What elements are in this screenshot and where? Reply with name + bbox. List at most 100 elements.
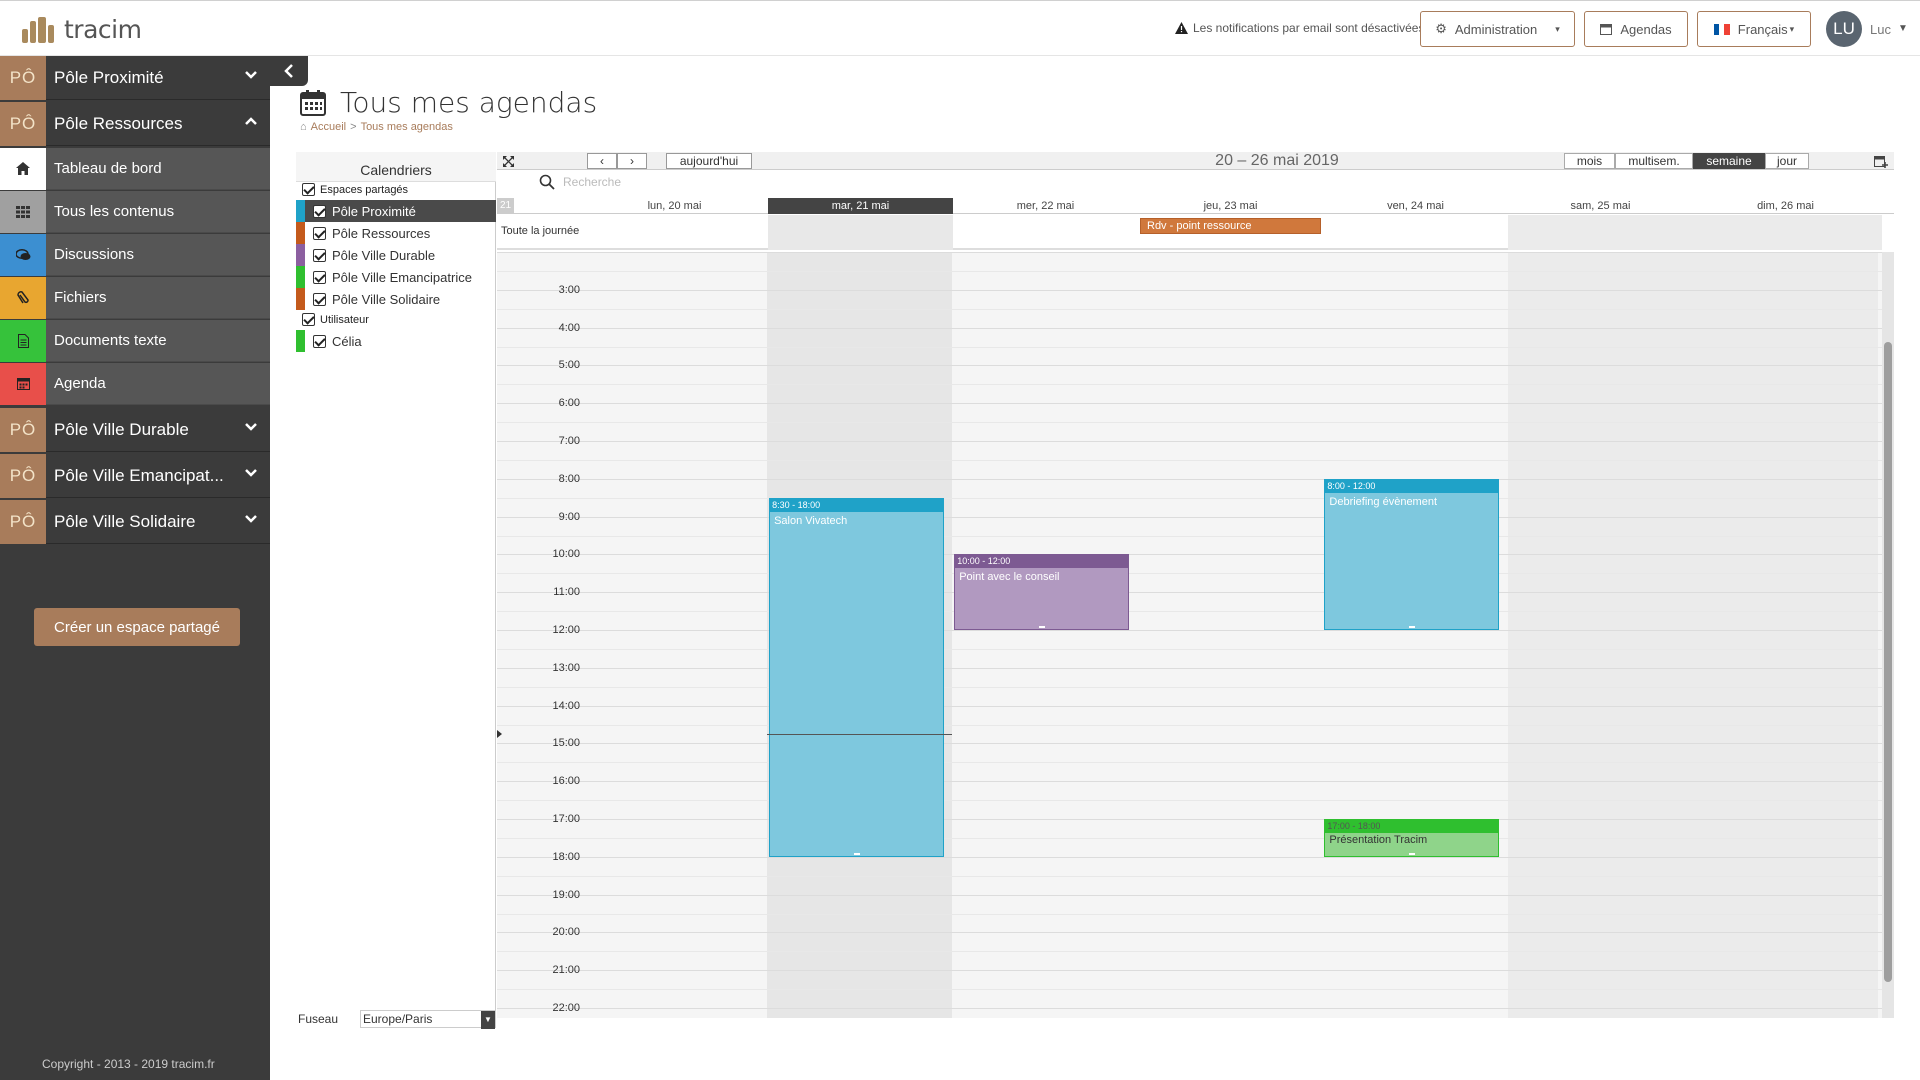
hour-label: 10:00	[552, 548, 580, 561]
scrollbar-thumb[interactable]	[1884, 342, 1892, 982]
sidebar-workspace-pole-ville-emancipatrice[interactable]: PÔ Pôle Ville Emancipat...	[0, 453, 270, 498]
calendar-group-shared-spaces[interactable]: Espaces partagés	[302, 183, 408, 196]
day-header[interactable]: jeu, 23 mai	[1138, 198, 1323, 214]
hour-label: 22:00	[552, 1002, 580, 1014]
calendar-event[interactable]: 10:00 - 12:00 Point avec le conseil	[954, 554, 1130, 630]
administration-button[interactable]: ⚙ Administration ▾	[1420, 11, 1575, 47]
resize-handle[interactable]	[1408, 852, 1415, 855]
create-workspace-button[interactable]: Créer un espace partagé	[34, 608, 240, 646]
calendar-item-celia[interactable]: Célia	[296, 330, 496, 352]
checkbox[interactable]	[313, 270, 326, 284]
timezone-select[interactable]: Europe/Paris ▼	[360, 1010, 496, 1029]
next-week-button[interactable]: ›	[617, 153, 647, 169]
resize-handle[interactable]	[1038, 625, 1045, 628]
fullscreen-icon[interactable]	[501, 153, 515, 169]
view-month-button[interactable]: mois	[1564, 153, 1615, 169]
breadcrumb-home-link[interactable]: Accueil	[311, 121, 346, 133]
day-column-weekend[interactable]	[1692, 252, 1878, 1018]
chevron-down-icon[interactable]	[244, 420, 258, 434]
calendar-item-pole-ville-solidaire[interactable]: Pôle Ville Solidaire	[296, 288, 496, 310]
language-selector[interactable]: Français ▾	[1697, 11, 1811, 47]
hour-line	[497, 705, 1882, 707]
calendar-event[interactable]: 8:00 - 12:00 Debriefing évènement	[1324, 478, 1500, 630]
calendar-event[interactable]: 17:00 - 18:00 Présentation Tracim	[1324, 819, 1500, 857]
username[interactable]: Luc	[1870, 22, 1891, 37]
dropdown-arrow-icon[interactable]: ▼	[481, 1011, 495, 1029]
sidebar-workspace-pole-ville-solidaire[interactable]: PÔ Pôle Ville Solidaire	[0, 499, 270, 544]
day-header[interactable]: mer, 22 mai	[953, 198, 1138, 214]
half-hour-line	[497, 573, 1882, 575]
day-header[interactable]: dim, 26 mai	[1693, 198, 1878, 214]
timezone-label: Fuseau	[298, 1012, 339, 1026]
all-day-label: Toute la journée	[501, 225, 580, 237]
caret-down-icon: ▾	[1789, 23, 1795, 34]
hour-label: 18:00	[552, 850, 580, 863]
checkbox[interactable]	[313, 248, 326, 262]
sidebar-item-agenda[interactable]: Agenda	[0, 362, 270, 405]
hour-line	[497, 1008, 1882, 1009]
day-header[interactable]: ven, 24 mai	[1323, 198, 1508, 214]
chevron-down-icon[interactable]	[244, 466, 258, 480]
chevron-down-icon[interactable]	[244, 512, 258, 526]
sidebar-workspace-pole-proximite[interactable]: PÔ Pôle Proximité	[0, 55, 270, 100]
calendar-item-pole-proximite[interactable]: Pôle Proximité	[296, 200, 496, 222]
calendar-search[interactable]: Recherche	[539, 174, 621, 190]
hour-line	[497, 894, 1882, 896]
user-menu-caret-icon[interactable]: ▼	[1898, 23, 1908, 34]
day-column-weekend[interactable]	[1507, 252, 1693, 1018]
half-hour-line	[497, 913, 1882, 915]
collapse-sidebar-button[interactable]	[270, 56, 308, 86]
agendas-button[interactable]: Agendas	[1584, 11, 1688, 47]
page-header: Tous mes agendas	[300, 86, 597, 119]
chevron-up-icon[interactable]	[244, 114, 258, 128]
day-header[interactable]: lun, 20 mai	[582, 198, 767, 214]
sidebar-item-label: Documents texte	[54, 332, 167, 349]
avatar[interactable]: LU	[1826, 11, 1862, 47]
day-header[interactable]: sam, 25 mai	[1508, 198, 1693, 214]
caret-down-icon: ▾	[1555, 23, 1560, 34]
calendar-item-pole-ville-durable[interactable]: Pôle Ville Durable	[296, 244, 496, 266]
add-event-icon[interactable]	[1873, 153, 1889, 169]
sidebar-workspace-pole-ville-durable[interactable]: PÔ Pôle Ville Durable	[0, 407, 270, 452]
calendar-item-pole-ressources[interactable]: Pôle Ressources	[296, 222, 496, 244]
sidebar-item-discussions[interactable]: Discussions	[0, 233, 270, 276]
tracim-logo[interactable]: tracim	[20, 15, 142, 44]
sidebar-item-text-documents[interactable]: Documents texte	[0, 319, 270, 362]
checkbox[interactable]	[313, 226, 326, 240]
day-column[interactable]	[582, 252, 768, 1018]
view-week-button[interactable]: semaine	[1693, 153, 1765, 169]
day-column[interactable]	[1322, 252, 1508, 1018]
sidebar-workspace-pole-ressources[interactable]: PÔ Pôle Ressources	[0, 101, 270, 146]
chevron-left-icon: ‹	[600, 154, 604, 168]
half-hour-line	[497, 422, 1882, 424]
checkbox[interactable]	[313, 292, 326, 306]
day-header-today[interactable]: mar, 21 mai	[768, 198, 953, 214]
previous-week-button[interactable]: ‹	[587, 153, 617, 169]
day-column[interactable]	[952, 252, 1138, 1018]
view-day-button[interactable]: jour	[1765, 153, 1809, 169]
resize-handle[interactable]	[853, 852, 860, 855]
half-hour-line	[497, 762, 1882, 764]
day-column[interactable]	[1137, 252, 1323, 1018]
sidebar-item-files[interactable]: Fichiers	[0, 276, 270, 319]
chevron-down-icon[interactable]	[244, 68, 258, 82]
workspace-name: Pôle Ville Durable	[54, 419, 189, 439]
checkbox[interactable]	[313, 334, 326, 348]
today-button[interactable]: aujourd'hui	[666, 153, 752, 169]
time-grid[interactable]: 3:00 4:00 5:00 6:00 7:00 8:00 9:00 10:00 11:00 12…	[497, 252, 1882, 1018]
calendar-event[interactable]: 8:30 - 18:00 Salon Vivatech	[769, 497, 945, 857]
checkbox[interactable]	[302, 183, 315, 196]
view-multiweek-button[interactable]: multisem.	[1615, 153, 1693, 169]
all-day-event[interactable]: Rdv - point ressource	[1140, 218, 1321, 234]
hour-label: 15:00	[552, 737, 580, 750]
breadcrumb-current[interactable]: Tous mes agendas	[361, 121, 453, 133]
sidebar-item-all-contents[interactable]: Tous les contenus	[0, 190, 270, 233]
sidebar-item-dashboard[interactable]: Tableau de bord	[0, 147, 270, 190]
language-label: Français	[1737, 21, 1788, 37]
calendar-scrollbar[interactable]	[1882, 252, 1894, 1018]
checkbox[interactable]	[313, 204, 326, 218]
calendar-item-pole-ville-emancipatrice[interactable]: Pôle Ville Emancipatrice	[296, 266, 496, 288]
calendar-group-user[interactable]: Utilisateur	[302, 313, 369, 326]
checkbox[interactable]	[302, 313, 315, 326]
resize-handle[interactable]	[1408, 625, 1415, 628]
